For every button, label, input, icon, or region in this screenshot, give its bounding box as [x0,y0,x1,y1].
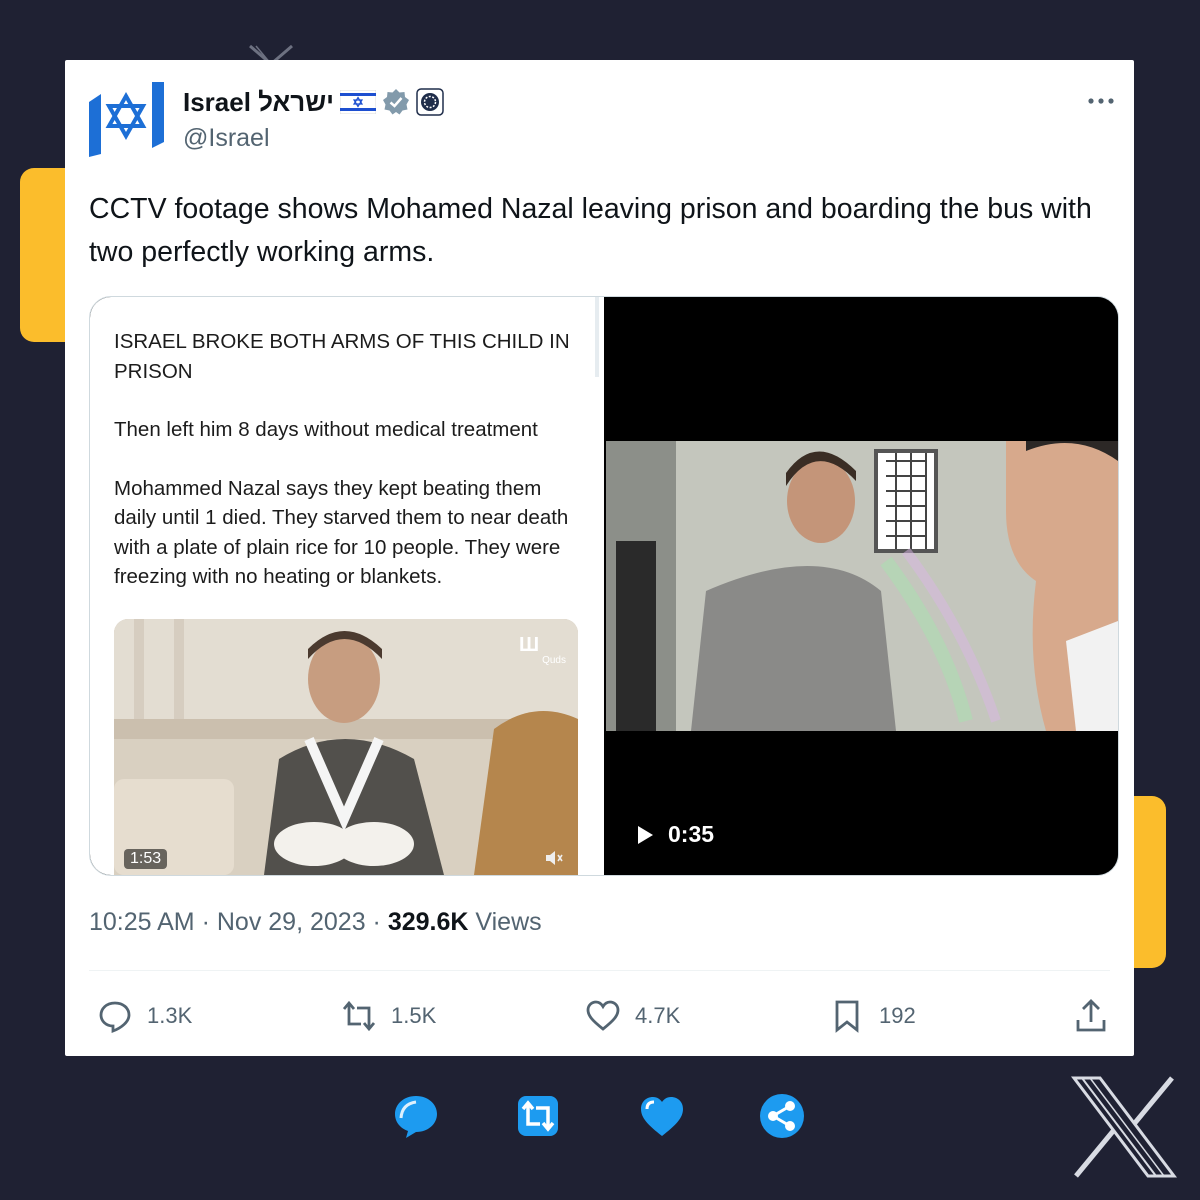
tweet-card: Israel ישראל @Israel CCTV footage shows … [65,60,1134,1056]
comment-icon [395,1096,437,1138]
reply-count: 1.3K [147,1003,193,1028]
repost-button[interactable]: 1.5K [341,998,436,1034]
mute-icon[interactable] [544,849,564,867]
like-count: 4.7K [635,1003,681,1028]
heart-icon [641,1097,683,1136]
video-frame-image: Ш [114,619,578,875]
share-icon [760,1094,804,1138]
tweet-time[interactable]: 10:25 AM [89,908,195,936]
avatar[interactable] [89,82,164,157]
government-affiliate-icon[interactable] [416,88,444,116]
svg-text:Ш: Ш [519,634,539,656]
repost-icon [342,1000,376,1032]
cctv-video-frame [606,441,1118,731]
bookmark-button[interactable]: 192 [829,998,916,1034]
account-name-row: Israel ישראל [183,86,444,118]
share-icon [1076,999,1106,1032]
heart-icon [586,1000,620,1031]
repost-count: 1.5K [391,1003,437,1028]
media-grid: ISRAEL BROKE BOTH ARMS OF THIS CHILD IN … [89,296,1119,876]
video-controls: 0:35 [636,821,714,848]
reply-icon [99,1001,131,1034]
video-duration-badge: 1:53 [124,849,168,869]
quoted-video-thumbnail[interactable]: Ш Quds 1:53 [114,619,578,875]
quoted-headline: ISRAEL BROKE BOTH ARMS OF THIS CHILD IN … [114,330,570,383]
account-handle[interactable]: @Israel [183,124,270,153]
quoted-line-3: Mohammed Nazal says they kept beating th… [114,476,569,589]
video-duration: 0:35 [668,821,715,847]
separator: · [201,908,210,936]
divider [89,970,1110,971]
views-label: Views [475,908,542,936]
quoted-post-text: ISRAEL BROKE BOTH ARMS OF THIS CHILD IN … [114,327,584,621]
separator: · [372,908,381,936]
like-button[interactable]: 4.7K [585,998,680,1034]
scrollbar [595,297,599,377]
quoted-watermark: Quds [542,655,566,666]
quoted-line-2: Then left him 8 days without medical tre… [114,418,538,441]
action-bar: 1.3K 1.5K 4.7K 192 [65,990,1134,1040]
cctv-video-player[interactable]: 0:35 [606,297,1118,875]
quoted-post-image[interactable]: ISRAEL BROKE BOTH ARMS OF THIS CHILD IN … [90,297,604,875]
tweet-text: CCTV footage shows Mohamed Nazal leaving… [89,193,1092,268]
account-name[interactable]: Israel ישראל [183,87,334,118]
bookmark-count: 192 [879,1003,916,1028]
reply-button[interactable]: 1.3K [97,998,192,1034]
bottom-social-icons [0,1092,1200,1142]
play-icon[interactable] [636,825,654,845]
israel-flag-icon [340,90,377,114]
tweet-date[interactable]: Nov 29, 2023 [217,908,366,936]
more-options-icon[interactable] [1086,96,1116,106]
share-button[interactable] [1073,998,1109,1034]
bookmark-icon [835,1000,859,1033]
tweet-metadata: 10:25 AM · Nov 29, 2023 · 329.6K Views [89,908,542,937]
repost-icon [518,1096,558,1136]
verified-badge-icon[interactable] [382,88,410,116]
views-count: 329.6K [387,908,469,936]
